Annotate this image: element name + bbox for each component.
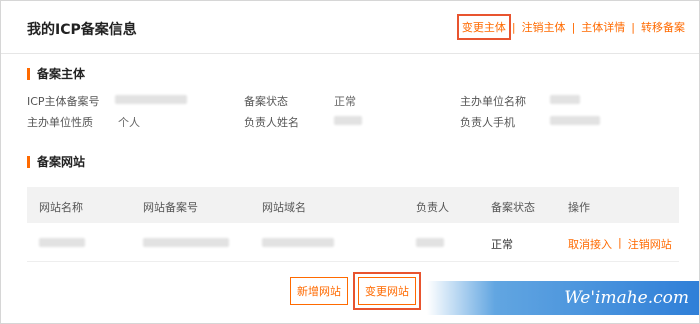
change-site-button[interactable]: 变更网站	[353, 272, 421, 310]
separator: |	[618, 236, 622, 249]
site-domain-value-redacted	[262, 238, 334, 247]
watermark-text: We'imahe.com	[564, 288, 689, 308]
section-title-text: 备案网站	[37, 155, 86, 169]
organizer-name-value-redacted	[550, 95, 580, 104]
cancel-subject-link[interactable]: 注销主体	[522, 19, 566, 35]
separator: |	[631, 20, 635, 34]
person-name-label: 负责人姓名	[244, 116, 299, 129]
subject-section-title: 备案主体	[27, 65, 85, 82]
section-marker	[27, 155, 30, 168]
icp-info-panel: 我的ICP备案信息 变更主体 | 注销主体 | 主体详情 | 转移备案 备案主体…	[0, 0, 700, 324]
organizer-nature-label: 主办单位性质	[27, 116, 93, 129]
section-title-text: 备案主体	[37, 67, 86, 81]
site-name-value-redacted	[39, 238, 85, 247]
column-header: 备案状态	[491, 201, 535, 214]
filing-status-value: 正常	[334, 95, 356, 108]
section-marker	[27, 67, 30, 80]
column-header: 操作	[568, 201, 590, 214]
person-phone-value-redacted	[550, 116, 600, 125]
table-header: 网站名称 网站备案号 网站域名 负责人 备案状态 操作	[27, 187, 679, 223]
cancel-site-link[interactable]: 注销网站	[628, 236, 672, 252]
websites-section-title: 备案网站	[27, 153, 85, 170]
watermark: We'imahe.com	[427, 281, 699, 315]
separator: |	[571, 20, 576, 34]
icp-number-value-redacted	[115, 95, 187, 104]
subject-detail-link[interactable]: 主体详情	[581, 19, 625, 35]
icp-number-label: ICP主体备案号	[27, 95, 100, 108]
change-subject-link[interactable]: 变更主体	[456, 14, 511, 40]
organizer-name-label: 主办单位名称	[460, 95, 526, 108]
row-divider	[27, 261, 679, 262]
column-header: 网站域名	[262, 201, 306, 214]
filing-status-label: 备案状态	[244, 95, 288, 108]
column-header: 负责人	[416, 201, 449, 214]
organizer-nature-value: 个人	[118, 116, 140, 129]
person-phone-label: 负责人手机	[460, 116, 515, 129]
site-status-value: 正常	[491, 238, 513, 251]
websites-table: 网站名称 网站备案号 网站域名 负责人 备案状态 操作 正常 取消接入 | 注销…	[27, 187, 679, 262]
column-header: 网站备案号	[143, 201, 198, 214]
separator: |	[511, 20, 516, 34]
add-site-button[interactable]: 新增网站	[290, 277, 348, 305]
cancel-access-link[interactable]: 取消接入	[568, 236, 612, 252]
row-actions: 取消接入 | 注销网站	[568, 236, 672, 252]
transfer-filing-link[interactable]: 转移备案	[641, 19, 685, 35]
person-name-value-redacted	[334, 116, 362, 125]
column-header: 网站名称	[39, 201, 83, 214]
panel-header: 我的ICP备案信息 变更主体 | 注销主体 | 主体详情 | 转移备案	[1, 1, 699, 54]
header-actions: 变更主体 | 注销主体 | 主体详情 | 转移备案	[456, 14, 685, 40]
site-owner-value-redacted	[416, 238, 444, 247]
page-title: 我的ICP备案信息	[27, 22, 137, 38]
site-filing-number-value-redacted	[143, 238, 229, 247]
